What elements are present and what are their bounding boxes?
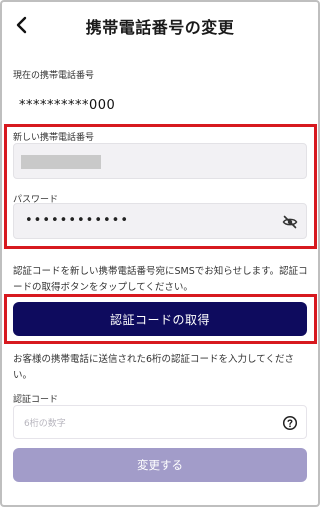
submit-button[interactable]: 変更する	[13, 448, 307, 482]
current-number-value: **********000	[19, 98, 116, 113]
chevron-left-icon	[16, 16, 27, 34]
password-input[interactable]: ••••••••••••	[13, 203, 307, 239]
page-title: 携帯電話番号の変更	[85, 18, 235, 37]
instruction-text: お客様の携帯電話に送信された6桁の認証コードを入力してください。	[13, 354, 294, 381]
code-input[interactable]: 6桁の数字	[13, 405, 307, 439]
eye-off-icon[interactable]	[282, 214, 298, 230]
redacted-value	[21, 155, 101, 169]
question-circle-icon[interactable]	[282, 415, 298, 431]
back-button[interactable]	[10, 14, 32, 36]
current-number-label: 現在の携帯電話番号	[13, 71, 95, 81]
new-phone-label: 新しい携帯電話番号	[13, 133, 95, 143]
sms-info-text: 認証コードを新しい携帯電話番号宛にSMSでお知らせします。認証コードの取得ボタン…	[13, 266, 308, 293]
new-phone-input[interactable]	[13, 143, 307, 179]
code-placeholder: 6桁の数字	[24, 419, 66, 429]
get-code-button[interactable]: 認証コードの取得	[13, 302, 307, 336]
code-label: 認証コード	[13, 395, 59, 405]
password-value: ••••••••••••	[25, 213, 130, 228]
header: 携帯電話番号の変更	[0, 0, 320, 52]
